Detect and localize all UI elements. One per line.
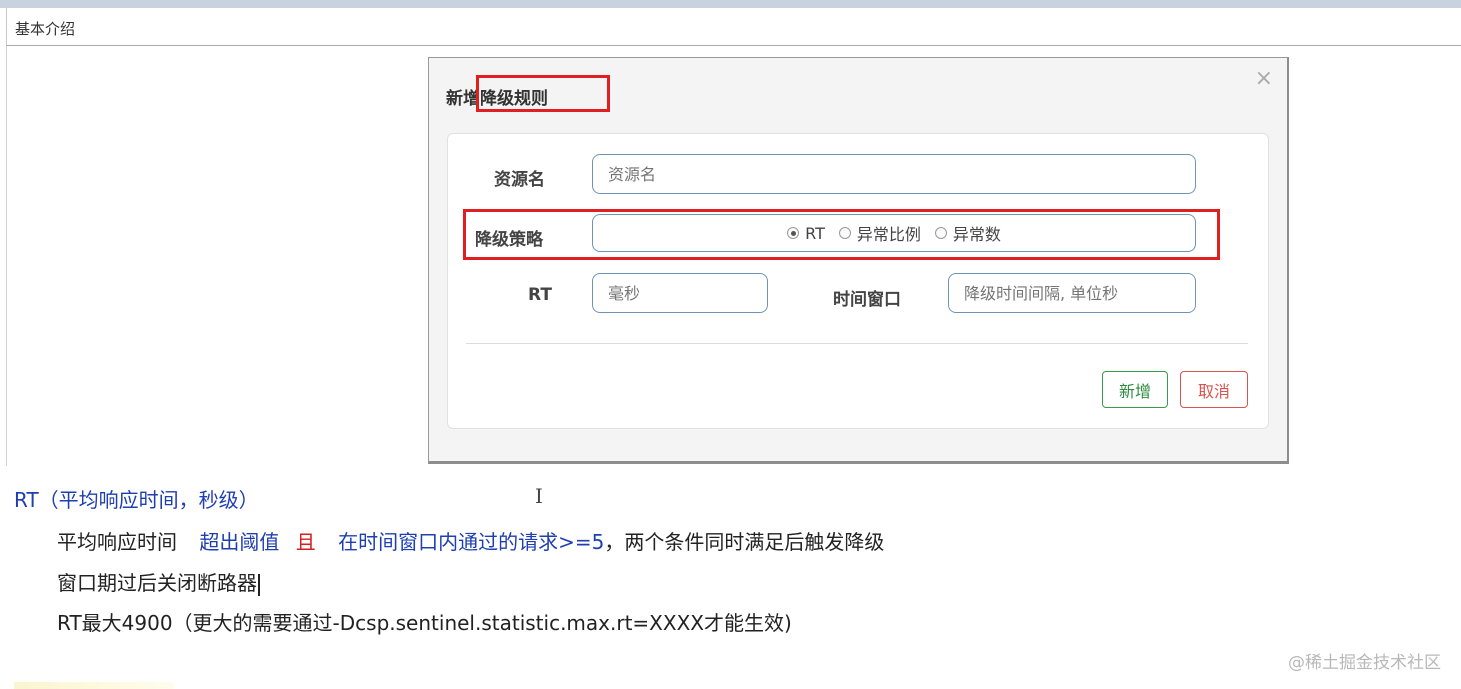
time-window-input[interactable] [948, 273, 1196, 313]
cancel-button[interactable]: 取消 [1180, 371, 1248, 408]
rule-form: 资源名 降级策略 RT 异常比例 异常数 RT 时间窗口 新增 取消 [447, 133, 1269, 429]
note-text: 窗口期过后关闭断路器 [57, 571, 257, 595]
watermark: @稀土掘金技术社区 [1288, 653, 1441, 673]
note-text-threshold: 超出阈值 [199, 530, 280, 554]
text-caret [258, 573, 260, 596]
time-window-label: 时间窗口 [833, 290, 901, 310]
resource-name-label: 资源名 [494, 170, 545, 190]
add-button[interactable]: 新增 [1102, 371, 1168, 408]
note-line-close-breaker: 窗口期过后关闭断路器 [57, 567, 260, 596]
left-border [6, 46, 7, 466]
window-top-strip [0, 0, 1461, 8]
add-degrade-rule-dialog: 新增降级规则 × 资源名 降级策略 RT 异常比例 异常数 RT 时间窗口 [428, 57, 1289, 464]
note-text-trigger: ，两个条件同时满足后触发降级 [604, 530, 885, 554]
resource-name-input[interactable] [592, 154, 1196, 194]
rt-label: RT [528, 285, 552, 305]
note-text: RT最大4900（更大的需要通过-Dcsp.sentinel.statistic… [57, 611, 792, 635]
ibeam-cursor-icon: I [535, 484, 543, 508]
rt-input[interactable] [592, 273, 768, 313]
highlight-fragment [14, 682, 174, 689]
form-divider [466, 343, 1248, 344]
note-text: 平均响应时间 [57, 530, 177, 554]
note-text-requests: 在时间窗口内通过的请求>=5 [338, 530, 605, 554]
page-title: 基本介绍 [15, 20, 76, 38]
note-text-and: 且 [295, 530, 316, 554]
notes-heading: RT（平均响应时间，秒级） [14, 488, 259, 512]
note-line-rt-max: RT最大4900（更大的需要通过-Dcsp.sentinel.statistic… [57, 607, 792, 636]
note-line-condition: 平均响应时间 超出阈值 且 在时间窗口内通过的请求>=5，两个条件同时满足后触发… [57, 526, 884, 555]
header-bar: 基本介绍 [6, 8, 1461, 46]
close-icon[interactable]: × [1255, 68, 1273, 90]
title-highlight-box [476, 75, 610, 112]
strategy-highlight-box [463, 209, 1220, 260]
